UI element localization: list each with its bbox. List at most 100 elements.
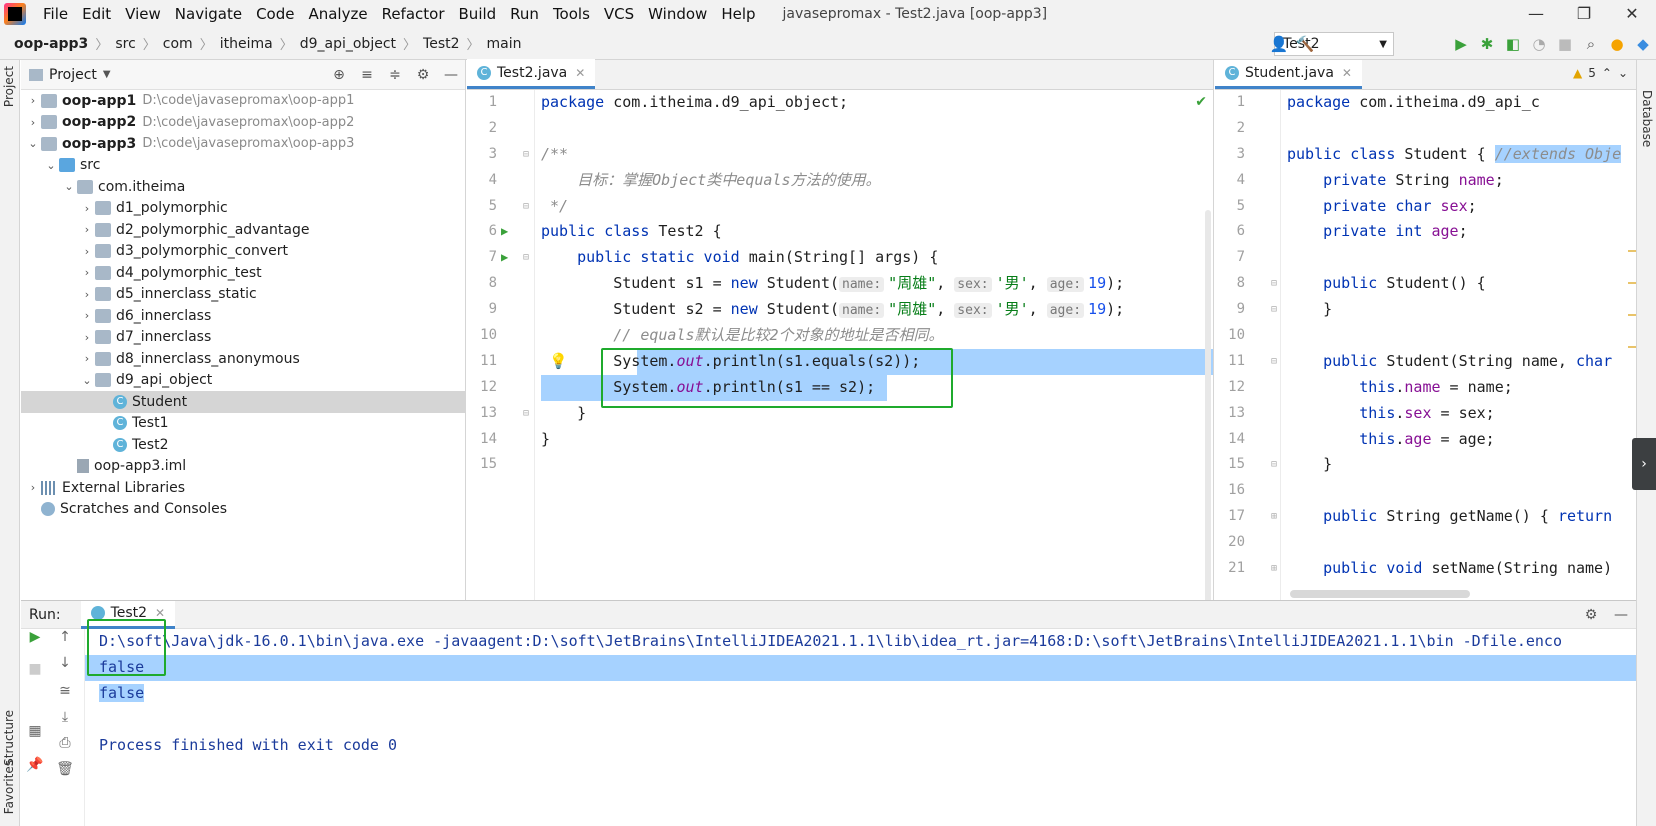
tree-node-oop-app2[interactable]: › oop-app2 D:\code\javasepromax\oop-app2 (21, 112, 465, 134)
chevron-down-icon[interactable]: ⌄ (61, 180, 77, 193)
minimize-button[interactable]: — (1512, 0, 1560, 28)
tab-test2-java[interactable]: C Test2.java ✕ (467, 59, 596, 89)
chevron-down-icon[interactable]: ▼ (103, 69, 111, 80)
inspection-widget[interactable]: ▲ 5 ⌃ ⌄ (1573, 66, 1628, 80)
project-view-title[interactable]: Project (49, 67, 97, 83)
tree-node-package[interactable]: › d8_innerclass_anonymous (21, 348, 465, 370)
tree-node-test2[interactable]: C Test2 (21, 434, 465, 456)
tree-node-package[interactable]: › d6_innerclass (21, 305, 465, 327)
breadcrumb-src[interactable]: src (111, 36, 139, 52)
tree-node-com-itheima[interactable]: ⌄ com.itheima (21, 176, 465, 198)
tree-node-package[interactable]: › d4_polymorphic_test (21, 262, 465, 284)
code-area[interactable]: 1 package com.itheima.d9_api_c 2 3 public … (1215, 90, 1636, 582)
tree-node-student[interactable]: C Student (21, 391, 465, 413)
vertical-scrollbar[interactable] (1205, 210, 1211, 650)
tree-node-iml[interactable]: oop-app3.iml (21, 456, 465, 478)
project-tool-tab[interactable]: Project (2, 66, 16, 107)
menu-refactor[interactable]: Refactor (375, 5, 452, 23)
tree-node-scratches[interactable]: Scratches and Consoles (21, 499, 465, 521)
soft-wrap-icon[interactable]: ≅ (53, 683, 77, 699)
chevron-right-icon[interactable]: › (79, 309, 95, 322)
tree-node-package[interactable]: › d5_innerclass_static (21, 284, 465, 306)
update-icon[interactable]: ● (1604, 35, 1630, 53)
tree-node-src[interactable]: ⌄ src (21, 155, 465, 177)
menu-build[interactable]: Build (452, 5, 504, 23)
close-tab-icon[interactable]: ✕ (575, 66, 585, 80)
tree-node-package[interactable]: › d1_polymorphic (21, 198, 465, 220)
toolbox-icon[interactable]: ◆ (1630, 35, 1656, 53)
run-gutter-icon[interactable]: ▶ (501, 245, 508, 271)
stop-icon[interactable]: ■ (1552, 35, 1578, 53)
code-area[interactable]: 1 package com.itheima.d9_api_object; 2 3 ⊟… (467, 90, 1213, 478)
tree-node-package[interactable]: › d2_polymorphic_advantage (21, 219, 465, 241)
hide-icon[interactable]: — (1606, 607, 1636, 623)
run-gutter-icon[interactable]: ▶ (501, 219, 508, 245)
run-icon[interactable]: ▶ (1448, 35, 1474, 53)
close-window-button[interactable]: ✕ (1608, 0, 1656, 28)
search-icon[interactable]: ⌕ (1578, 35, 1604, 53)
tree-node-package[interactable]: › d7_innerclass (21, 327, 465, 349)
favorites-tool-tab[interactable]: Favorites (2, 760, 16, 814)
tree-node-oop-app1[interactable]: › oop-app1 D:\code\javasepromax\oop-app1 (21, 90, 465, 112)
maximize-button[interactable]: ❐ (1560, 0, 1608, 28)
breadcrumb-project[interactable]: oop-app3 (10, 36, 92, 52)
chevron-down-icon[interactable]: ⌄ (1618, 66, 1628, 80)
print-icon[interactable]: ⎙ (53, 735, 77, 751)
chevron-right-icon[interactable]: › (79, 245, 95, 258)
chevron-right-icon[interactable]: › (25, 116, 41, 129)
breadcrumb-method[interactable]: main (483, 36, 526, 52)
chevron-up-icon[interactable]: ⌃ (1602, 66, 1612, 80)
chevron-down-icon[interactable]: ⌄ (79, 374, 95, 387)
locate-icon[interactable]: ⊕ (325, 67, 353, 83)
menu-window[interactable]: Window (641, 5, 714, 23)
console-output[interactable]: D:\soft\Java\jdk-16.0.1\bin\java.exe -ja… (85, 629, 1636, 758)
collapse-all-icon[interactable]: ≑ (381, 67, 409, 83)
down-arrow-icon[interactable]: ↓ (53, 655, 77, 671)
close-tab-icon[interactable]: ✕ (155, 606, 165, 620)
close-tab-icon[interactable]: ✕ (1342, 66, 1352, 80)
coverage-icon[interactable]: ◧ (1500, 35, 1526, 53)
breadcrumb-class[interactable]: Test2 (419, 36, 463, 52)
horizontal-scrollbar[interactable] (1290, 590, 1470, 598)
up-arrow-icon[interactable]: ↑ (53, 629, 77, 645)
menu-run[interactable]: Run (503, 5, 546, 23)
user-icon[interactable]: 👤 (1266, 35, 1292, 53)
breadcrumb-package[interactable]: d9_api_object (296, 36, 400, 52)
menu-code[interactable]: Code (249, 5, 301, 23)
gear-icon[interactable]: ⚙ (1576, 607, 1606, 623)
chevron-right-icon[interactable]: › (79, 288, 95, 301)
menu-tools[interactable]: Tools (546, 5, 597, 23)
chevron-down-icon[interactable]: ⌄ (25, 137, 41, 150)
menu-view[interactable]: View (118, 5, 168, 23)
tree-node-test1[interactable]: C Test1 (21, 413, 465, 435)
pin-icon[interactable]: 📌 (23, 757, 47, 773)
tree-node-external-libraries[interactable]: › External Libraries (21, 477, 465, 499)
tree-node-d9-api-object[interactable]: ⌄ d9_api_object (21, 370, 465, 392)
stop-icon[interactable]: ■ (23, 661, 47, 677)
rerun-icon[interactable]: ▶ (23, 629, 47, 645)
chevron-right-icon[interactable]: › (79, 352, 95, 365)
profile-icon[interactable]: ◔ (1526, 35, 1552, 53)
chevron-down-icon[interactable]: ⌄ (43, 159, 59, 172)
menu-navigate[interactable]: Navigate (168, 5, 249, 23)
debug-icon[interactable]: ✱ (1474, 35, 1500, 53)
hide-icon[interactable]: — (437, 67, 465, 83)
chevron-right-icon[interactable]: › (25, 94, 41, 107)
tree-node-package[interactable]: › d3_polymorphic_convert (21, 241, 465, 263)
menu-analyze[interactable]: Analyze (301, 5, 374, 23)
menu-edit[interactable]: Edit (75, 5, 118, 23)
gear-icon[interactable]: ⚙ (409, 67, 437, 83)
menu-file[interactable]: File (36, 5, 75, 23)
expand-all-icon[interactable]: ≡ (353, 67, 381, 83)
layout-icon[interactable]: ▦ (23, 723, 47, 739)
menu-vcs[interactable]: VCS (597, 5, 641, 23)
breadcrumb-com[interactable]: com (159, 36, 197, 52)
chevron-right-icon[interactable]: › (79, 266, 95, 279)
chevron-right-icon[interactable]: › (1632, 438, 1656, 490)
structure-tool-tab[interactable]: Structure (2, 710, 16, 766)
chevron-right-icon[interactable]: › (79, 202, 95, 215)
database-tool-tab[interactable]: Database (1640, 90, 1654, 147)
chevron-right-icon[interactable]: › (79, 331, 95, 344)
tab-student-java[interactable]: C Student.java ✕ (1215, 60, 1362, 89)
tree-node-oop-app3[interactable]: ⌄ oop-app3 D:\code\javasepromax\oop-app3 (21, 133, 465, 155)
